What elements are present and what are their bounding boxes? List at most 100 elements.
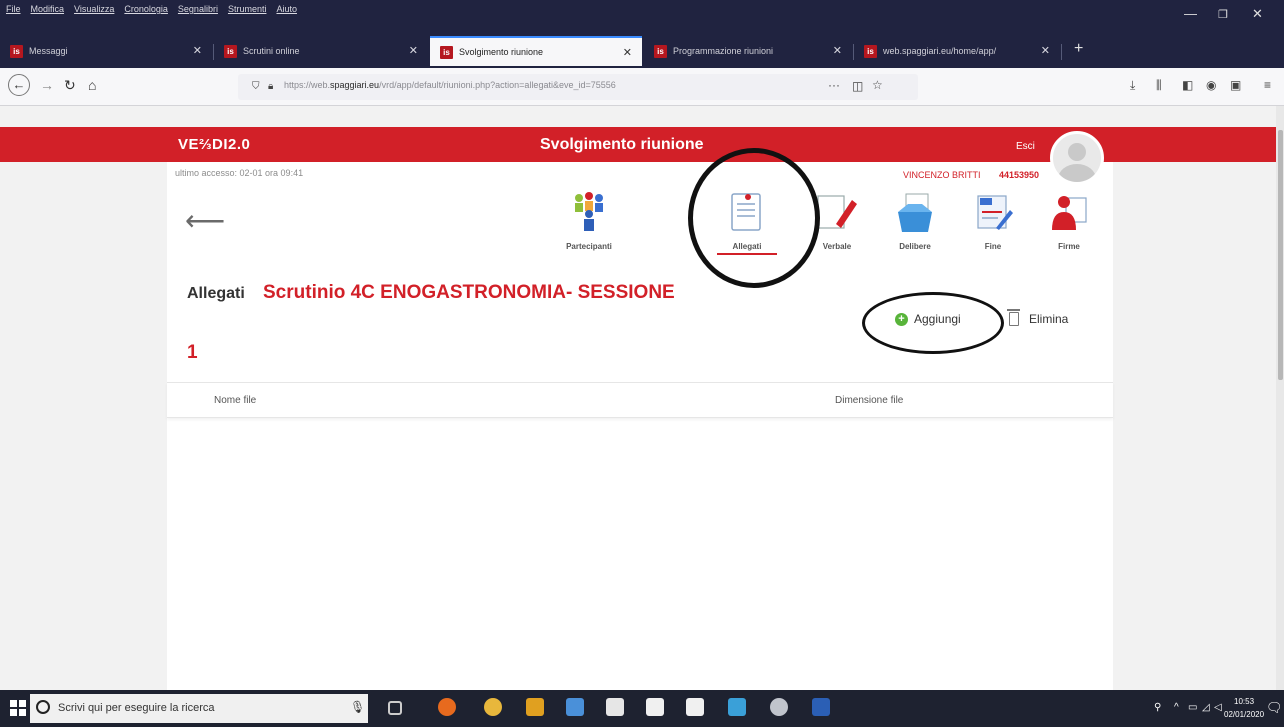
forward-icon[interactable]: →	[40, 77, 54, 93]
user-code: 44153950	[999, 170, 1040, 180]
menu-cronologia[interactable]: Cronologia	[124, 4, 168, 14]
signatures-icon	[1046, 190, 1092, 234]
menu-hamburger-icon[interactable]: ≡	[1264, 78, 1271, 92]
tab-messaggi[interactable]: is Messaggi ✕	[0, 36, 212, 66]
library-icon[interactable]: ⫼	[1156, 78, 1162, 93]
nav-label: Delibere	[899, 242, 931, 251]
scrollbar-thumb[interactable]	[1278, 130, 1283, 380]
nav-delibere[interactable]: Delibere	[885, 190, 945, 252]
back-icon[interactable]: ←	[8, 74, 30, 96]
menu-modifica[interactable]: Modifica	[31, 4, 65, 14]
resolutions-icon	[892, 190, 938, 234]
taskbar-clock[interactable]: 10:53 02/01/2020	[1224, 695, 1264, 721]
column-header-size[interactable]: Dimensione file	[835, 395, 903, 406]
close-tab-icon[interactable]: ✕	[193, 44, 202, 57]
firefox-icon[interactable]	[438, 698, 456, 716]
app-icon[interactable]	[728, 698, 746, 716]
home-icon[interactable]: ⌂	[88, 77, 96, 93]
logout-link[interactable]: Esci	[1016, 141, 1035, 152]
os-taskbar: Scrivi qui per eseguire la ricerca 🎙︎ ⚲ …	[0, 690, 1284, 727]
extension-icon[interactable]: ◉	[1206, 78, 1216, 92]
new-tab-icon[interactable]: +	[1074, 40, 1083, 58]
bookmark-star-icon[interactable]: ☆	[872, 78, 883, 92]
word-icon[interactable]	[812, 698, 830, 716]
app-logo[interactable]: VE⅔DI2.0	[178, 136, 250, 153]
tab-scrutini-online[interactable]: is Scrutini online ✕	[214, 36, 428, 66]
microphone-icon[interactable]: 🎙︎	[350, 700, 365, 714]
powerpoint-icon[interactable]	[526, 698, 544, 716]
sidebar-icon[interactable]: ◧	[1182, 78, 1193, 92]
back-arrow-icon[interactable]: ⟵	[185, 204, 225, 237]
close-tab-icon[interactable]: ✕	[1041, 44, 1050, 57]
annotation-circle	[862, 292, 1004, 354]
download-icon[interactable]: ⤓	[1130, 78, 1135, 93]
menu-segnalibri[interactable]: Segnalibri	[178, 4, 218, 14]
meeting-number: 1	[187, 342, 198, 363]
url-bar[interactable]: ⛉ 🔒︎ https://web.spaggiari.eu/vrd/app/de…	[238, 74, 918, 100]
nav-partecipanti[interactable]: Partecipanti	[559, 190, 619, 252]
browser-titlebar: File Modifica Visualizza Cronologia Segn…	[0, 0, 1284, 68]
battery-icon[interactable]: ▭	[1188, 702, 1197, 713]
reload-icon[interactable]: ↻	[64, 77, 76, 94]
menu-bar: File Modifica Visualizza Cronologia Segn…	[6, 4, 297, 14]
tab-label: Programmazione riunioni	[673, 46, 774, 56]
trash-icon	[1007, 309, 1020, 326]
web-page: VE⅔DI2.0 Svolgimento riunione Esci ultim…	[0, 106, 1280, 690]
delete-attachment-button[interactable]: Elimina	[1007, 309, 1069, 326]
avatar[interactable]	[1050, 131, 1104, 185]
tab-programmazione-riunioni[interactable]: is Programmazione riunioni ✕	[644, 36, 852, 66]
people-icon[interactable]: ⚲	[1154, 702, 1161, 713]
page-actions-icon[interactable]: ···	[828, 78, 840, 92]
url-text: https://web.spaggiari.eu/vrd/app/default…	[284, 80, 616, 90]
tab-svolgimento-riunione[interactable]: is Svolgimento riunione ✕	[430, 36, 642, 66]
shield-icon[interactable]: ⛉	[252, 81, 260, 92]
meeting-name: Scrutinio 4C ENOGASTRONOMIA- SESSIONE	[263, 282, 675, 303]
app-icon[interactable]	[566, 698, 584, 716]
volume-icon[interactable]: ◁	[1214, 702, 1222, 713]
mail-icon[interactable]	[686, 698, 704, 716]
network-icon[interactable]: ◿	[1202, 702, 1210, 713]
tab-web-spaggiari[interactable]: is web.spaggiari.eu/home/app/ ✕	[854, 36, 1060, 66]
tab-favicon-icon: is	[864, 44, 877, 58]
windows-start-icon[interactable]	[10, 700, 26, 716]
store-icon[interactable]	[646, 698, 664, 716]
menu-aiuto[interactable]: Aiuto	[276, 4, 297, 14]
annotation-circle	[688, 148, 820, 288]
taskbar-search[interactable]: Scrivi qui per eseguire la ricerca 🎙︎	[30, 694, 368, 723]
container-icon[interactable]: ▣	[1230, 78, 1241, 92]
maximize-icon[interactable]: ❐	[1218, 8, 1228, 21]
close-tab-icon[interactable]: ✕	[833, 44, 842, 57]
pocket-icon[interactable]: ◫	[852, 79, 863, 93]
close-tab-icon[interactable]: ✕	[409, 44, 418, 57]
notifications-icon[interactable]: 🗨︎	[1266, 700, 1283, 716]
tab-separator	[1061, 44, 1062, 60]
tab-label: Messaggi	[29, 46, 68, 56]
lock-icon[interactable]: 🔒︎	[268, 81, 273, 92]
clock-time: 10:53	[1234, 697, 1255, 706]
acrobat-icon[interactable]	[606, 698, 624, 716]
chrome-icon[interactable]	[484, 698, 502, 716]
task-view-icon[interactable]	[388, 701, 402, 715]
cortana-icon	[36, 700, 50, 714]
app-icon[interactable]	[770, 698, 788, 716]
nav-firme[interactable]: Firme	[1039, 190, 1099, 252]
menu-file[interactable]: File	[6, 4, 21, 14]
menu-visualizza[interactable]: Visualizza	[74, 4, 114, 14]
minimize-icon[interactable]: —	[1184, 6, 1197, 21]
tab-favicon-icon: is	[10, 44, 23, 58]
menu-strumenti[interactable]: Strumenti	[228, 4, 267, 14]
column-header-name[interactable]: Nome file	[214, 395, 256, 406]
section-title: Allegati	[187, 285, 245, 302]
close-window-icon[interactable]: ✕	[1252, 6, 1263, 22]
close-tab-icon[interactable]: ✕	[623, 46, 632, 59]
tray-chevron-icon[interactable]: ^	[1174, 702, 1179, 713]
clock-date: 02/01/2020	[1224, 710, 1265, 719]
user-name: VINCENZO BRITTI	[903, 170, 981, 180]
delete-label: Elimina	[1029, 312, 1069, 326]
nav-fine[interactable]: Fine	[963, 190, 1023, 252]
minutes-icon	[814, 190, 860, 234]
tab-label: Scrutini online	[243, 46, 300, 56]
avatar-head	[1068, 143, 1086, 161]
taskbar-search-placeholder: Scrivi qui per eseguire la ricerca	[58, 702, 215, 714]
tab-favicon-icon: is	[224, 44, 237, 58]
